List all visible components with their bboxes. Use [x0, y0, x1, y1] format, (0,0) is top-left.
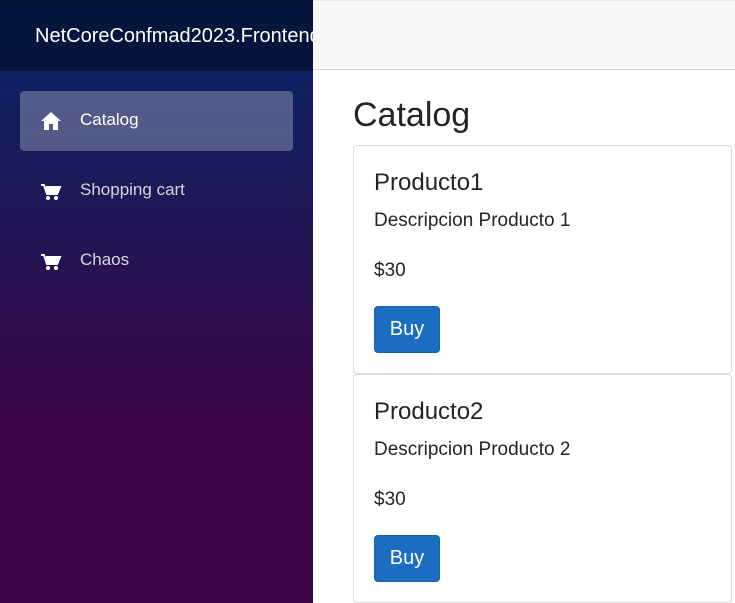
product-name: Producto2: [374, 398, 484, 425]
sidebar-item-shopping-cart[interactable]: Shopping cart: [20, 161, 293, 221]
sidebar-item-label: Catalog: [80, 110, 139, 129]
sidebar-item-catalog[interactable]: Catalog: [20, 91, 293, 151]
buy-button[interactable]: Buy: [374, 306, 440, 353]
main-content: Catalog Producto1 Descripcion Producto 1…: [313, 71, 735, 603]
app-root: NetCoreConfmad2023.Frontend Catalog Shop…: [0, 0, 735, 603]
brand-link[interactable]: NetCoreConfmad2023.Frontend: [35, 24, 313, 48]
cart-icon: [40, 181, 62, 201]
sidebar-item-label: Shopping cart: [80, 180, 185, 199]
product-card: Producto1 Descripcion Producto 1 $30 Buy: [353, 145, 732, 374]
cart-icon: [40, 251, 62, 271]
product-description: Descripcion Producto 1: [374, 210, 571, 231]
brand-bar: NetCoreConfmad2023.Frontend: [0, 0, 313, 71]
sidebar-item-chaos[interactable]: Chaos: [20, 231, 293, 291]
home-icon: [40, 111, 62, 131]
product-price: $30: [374, 489, 406, 510]
sidebar-item-label: Chaos: [80, 250, 130, 269]
product-price: $30: [374, 260, 406, 281]
product-description: Descripcion Producto 2: [374, 439, 571, 460]
page-title: Catalog: [353, 96, 471, 134]
sidebar: NetCoreConfmad2023.Frontend Catalog Shop…: [0, 0, 313, 603]
product-name: Producto1: [374, 169, 484, 196]
buy-button[interactable]: Buy: [374, 535, 440, 582]
product-card: Producto2 Descripcion Producto 2 $30 Buy: [353, 374, 732, 603]
nav-menu: Catalog Shopping cart Chaos: [20, 91, 293, 301]
top-row: [313, 0, 735, 70]
